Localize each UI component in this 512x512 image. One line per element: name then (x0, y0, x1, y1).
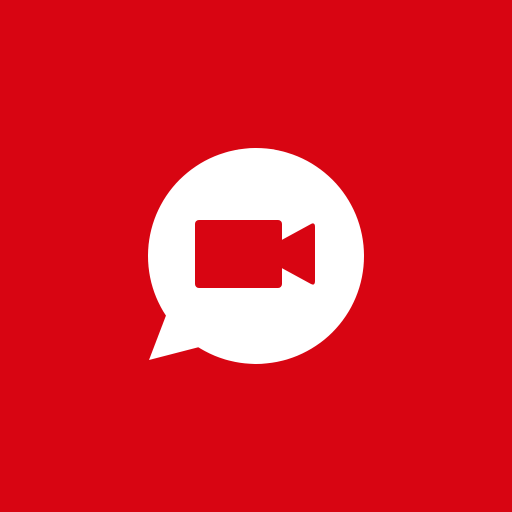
app-icon-tile (0, 0, 512, 512)
video-chat-icon (148, 148, 364, 364)
